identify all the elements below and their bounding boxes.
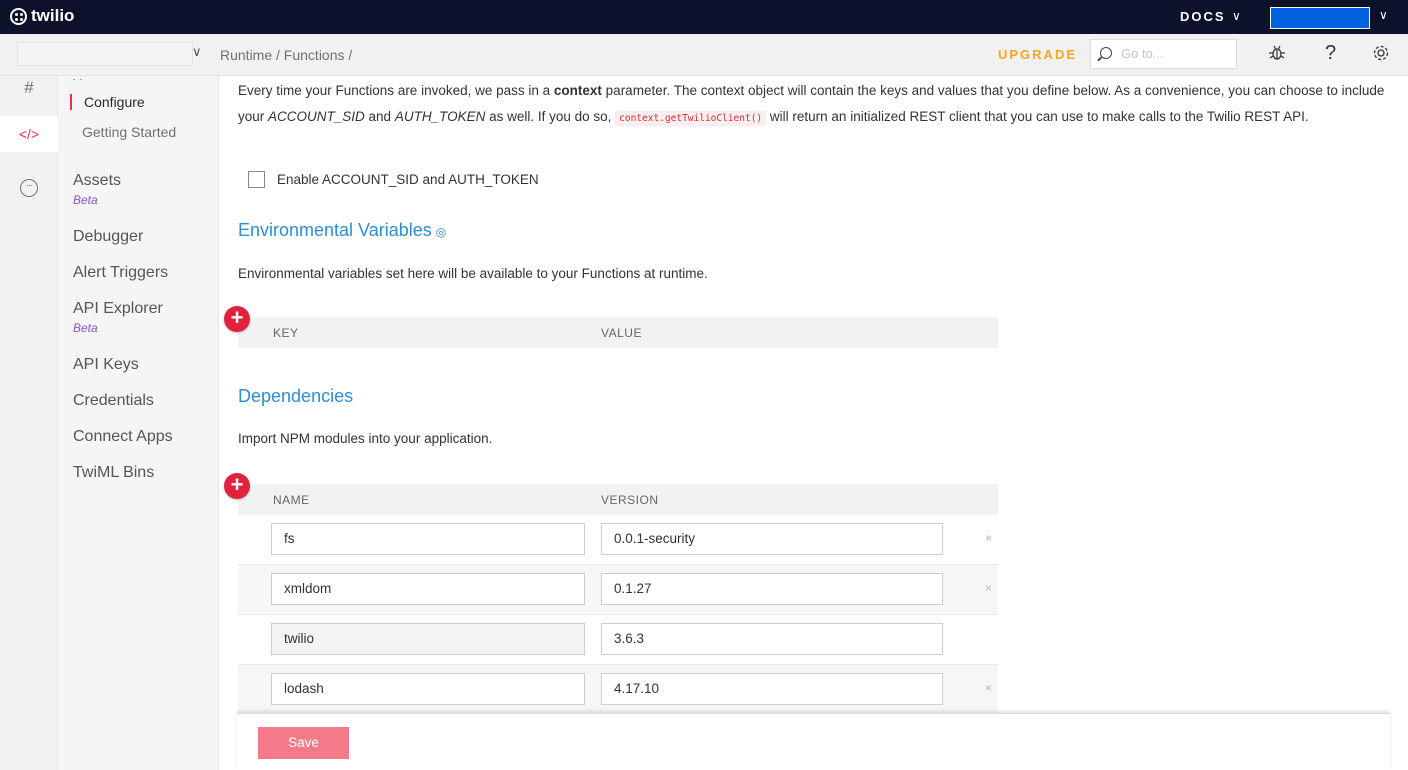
twilio-logo-icon bbox=[10, 7, 27, 25]
nav-item-debugger[interactable]: Debugger bbox=[73, 228, 143, 246]
nav-item-api-explorer[interactable]: API Explorer bbox=[73, 300, 163, 318]
env-vars-table-header: KEY VALUE bbox=[238, 317, 998, 348]
dependency-name-input[interactable]: fs bbox=[271, 523, 585, 555]
help-icon[interactable]: ? bbox=[1325, 42, 1336, 65]
context-description: Every time your Functions are invoked, w… bbox=[238, 83, 1385, 126]
table-row: xmldom 0.1.27 × bbox=[238, 565, 998, 615]
dependency-name-input[interactable]: xmldom bbox=[271, 573, 585, 605]
table-row: lodash 4.17.10 × bbox=[238, 665, 998, 715]
code-icon[interactable]: </> bbox=[0, 116, 58, 152]
enable-credentials-label[interactable]: Enable ACCOUNT_SID and AUTH_TOKEN bbox=[277, 172, 539, 187]
left-rail: # </> ··· bbox=[0, 76, 58, 770]
env-vars-heading: Environmental Variables ◎ bbox=[238, 220, 447, 240]
nav-item-connect-apps[interactable]: Connect Apps bbox=[73, 428, 173, 446]
table-row: twilio 3.6.3 bbox=[238, 615, 998, 665]
dependency-version-input[interactable]: 0.0.1-security bbox=[601, 523, 943, 555]
value-column-header: VALUE bbox=[601, 326, 642, 340]
dependencies-table-header: NAME VERSION bbox=[238, 484, 998, 515]
hash-icon[interactable]: # bbox=[0, 70, 58, 106]
chevron-down-icon[interactable]: ∨ bbox=[1379, 8, 1388, 22]
add-dependency-button[interactable]: + bbox=[224, 473, 250, 499]
docs-menu[interactable]: DOCS bbox=[1180, 9, 1226, 24]
version-column-header: VERSION bbox=[601, 493, 659, 507]
bug-icon[interactable] bbox=[1268, 44, 1286, 67]
functions-nav: Manage Configure Getting Started Assets … bbox=[58, 76, 219, 770]
sub-header: ∨ Runtime / Functions / UPGRADE Go to...… bbox=[0, 34, 1408, 76]
name-column-header: NAME bbox=[273, 493, 310, 507]
beta-badge: Beta bbox=[73, 321, 98, 335]
beta-badge: Beta bbox=[73, 193, 98, 207]
dependency-name-input[interactable]: lodash bbox=[271, 673, 585, 705]
top-bar: twilio DOCS ∨ ∨ bbox=[0, 0, 1408, 34]
env-vars-description: Environmental variables set here will be… bbox=[238, 266, 708, 281]
nav-item-credentials[interactable]: Credentials bbox=[73, 392, 154, 410]
context-keyword: context bbox=[553, 83, 602, 98]
nav-item-alert-triggers[interactable]: Alert Triggers bbox=[73, 264, 168, 282]
nav-getting-started[interactable]: Getting Started bbox=[70, 124, 176, 140]
add-env-var-button[interactable]: + bbox=[224, 306, 250, 332]
main-content: Every time your Functions are invoked, w… bbox=[219, 76, 1408, 770]
dependency-version-input[interactable]: 4.17.10 bbox=[601, 673, 943, 705]
remove-icon[interactable]: × bbox=[985, 581, 992, 595]
nav-manage[interactable]: Manage bbox=[72, 76, 119, 80]
dependency-name-input: twilio bbox=[271, 623, 585, 655]
twilio-logo[interactable]: twilio bbox=[10, 6, 74, 26]
table-row: fs 0.0.1-security × bbox=[238, 515, 998, 565]
nav-configure[interactable]: Configure bbox=[70, 94, 145, 110]
chevron-down-icon[interactable]: ∨ bbox=[1232, 9, 1241, 23]
dependencies-heading: Dependencies bbox=[238, 386, 354, 406]
remove-icon[interactable]: × bbox=[985, 681, 992, 695]
nav-item-twiml-bins[interactable]: TwiML Bins bbox=[73, 464, 154, 482]
code-snippet: context.getTwilioClient() bbox=[615, 111, 767, 126]
chevron-down-icon[interactable]: ∨ bbox=[192, 44, 202, 60]
nav-item-api-keys[interactable]: API Keys bbox=[73, 356, 139, 374]
enable-credentials-checkbox[interactable] bbox=[248, 171, 265, 188]
eye-icon[interactable]: ◎ bbox=[436, 225, 446, 239]
save-bar: Save bbox=[237, 713, 1390, 770]
search-placeholder: Go to... bbox=[1121, 46, 1164, 61]
project-selector[interactable] bbox=[17, 42, 193, 66]
more-icon[interactable]: ··· bbox=[20, 179, 38, 197]
breadcrumb[interactable]: Runtime / Functions / bbox=[220, 47, 352, 63]
upgrade-link[interactable]: UPGRADE bbox=[998, 47, 1077, 62]
dependency-version-input[interactable]: 3.6.3 bbox=[601, 623, 943, 655]
search-input[interactable]: Go to... bbox=[1090, 39, 1237, 69]
search-icon bbox=[1100, 47, 1112, 59]
account-selector[interactable] bbox=[1270, 7, 1370, 29]
dependency-version-input[interactable]: 0.1.27 bbox=[601, 573, 943, 605]
dependencies-description: Import NPM modules into your application… bbox=[238, 431, 493, 446]
nav-item-assets[interactable]: Assets bbox=[73, 172, 121, 190]
save-button[interactable]: Save bbox=[258, 727, 349, 759]
logo-text: twilio bbox=[31, 6, 75, 25]
gear-icon[interactable] bbox=[1372, 44, 1390, 67]
remove-icon[interactable]: × bbox=[985, 531, 992, 545]
key-column-header: KEY bbox=[273, 326, 299, 340]
